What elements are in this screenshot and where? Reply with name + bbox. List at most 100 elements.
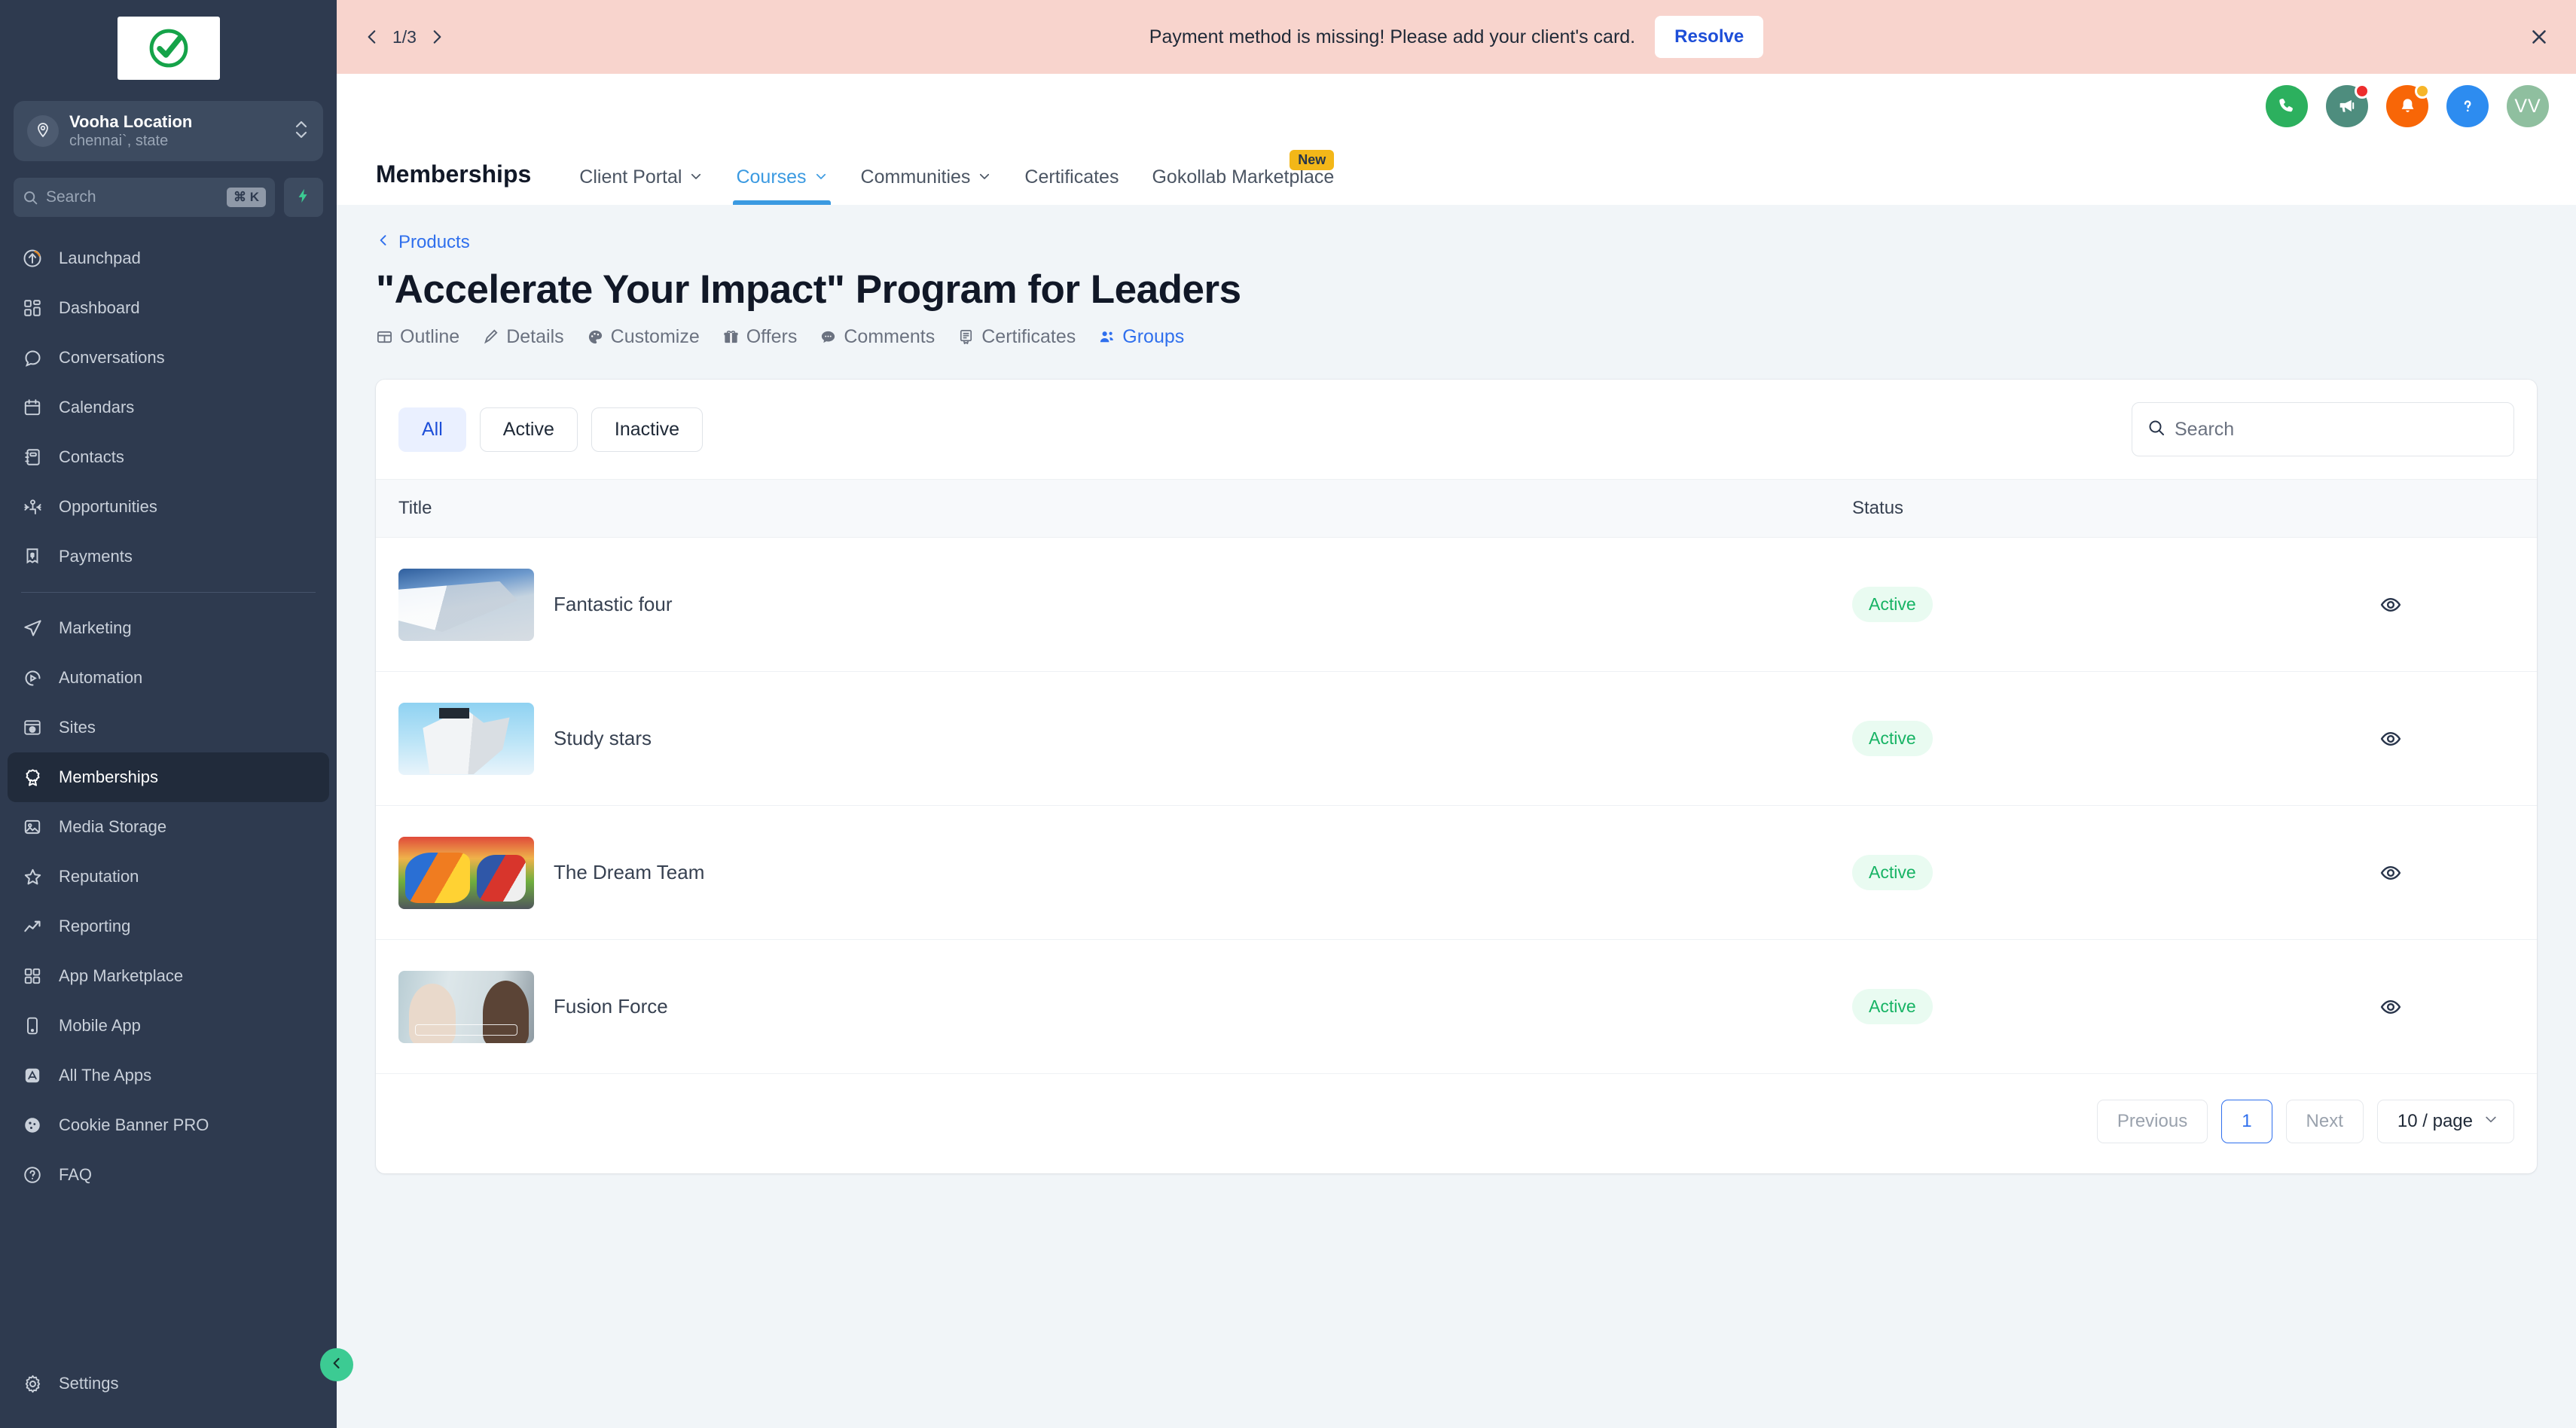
sidebar-item-marketing[interactable]: Marketing <box>8 603 329 653</box>
sidebar-item-opportunities[interactable]: Opportunities <box>8 482 329 532</box>
chevron-down-icon <box>2483 1111 2498 1132</box>
sidebar-item-conversations[interactable]: Conversations <box>8 333 329 383</box>
filter-active-button[interactable]: Active <box>480 407 578 452</box>
sidebar-item-dashboard[interactable]: Dashboard <box>8 283 329 333</box>
eye-preview-icon[interactable] <box>2266 728 2514 750</box>
sidebar-item-automation[interactable]: Automation <box>8 653 329 703</box>
subtab-comments[interactable]: Comments <box>819 326 935 348</box>
tab-certificates[interactable]: Certificates <box>1008 166 1135 205</box>
calendar-icon <box>21 396 44 419</box>
sidebar: Vooha Location chennai`, state Search ⌘ … <box>0 0 337 1428</box>
subtab-certificates[interactable]: Certificates <box>957 326 1076 348</box>
subtab-customize[interactable]: Customize <box>587 326 700 348</box>
sidebar-item-cookie-banner-pro[interactable]: Cookie Banner PRO <box>8 1100 329 1150</box>
sidebar-item-contacts[interactable]: Contacts <box>8 432 329 482</box>
paper-plane-icon <box>21 617 44 639</box>
tab-communities[interactable]: Communities <box>844 166 1009 205</box>
page-number-button[interactable]: 1 <box>2221 1100 2272 1143</box>
breadcrumb[interactable]: Products <box>376 232 2537 253</box>
breadcrumb-label: Products <box>398 232 470 253</box>
notification-dot <box>2415 84 2430 99</box>
table-row[interactable]: Study stars Active <box>376 672 2537 806</box>
eye-preview-icon[interactable] <box>2266 593 2514 616</box>
subtab-outline[interactable]: Outline <box>376 326 459 348</box>
sidebar-item-payments[interactable]: Payments <box>8 532 329 581</box>
table-search-input[interactable]: Search <box>2132 402 2514 456</box>
notification-dot <box>2355 84 2370 99</box>
subtab-label: Details <box>506 326 563 348</box>
status-badge: Active <box>1852 587 1933 622</box>
tab-label: Client Portal <box>579 166 682 188</box>
sidebar-item-label: Payments <box>59 547 133 566</box>
search-input[interactable]: Search ⌘ K <box>14 178 275 217</box>
alert-pager: 1/3 <box>362 27 447 47</box>
main-area: 1/3 Payment method is missing! Please ad… <box>337 0 2576 1428</box>
resolve-button[interactable]: Resolve <box>1655 16 1763 58</box>
sidebar-item-calendars[interactable]: Calendars <box>8 383 329 432</box>
alert-close-button[interactable] <box>2528 26 2550 48</box>
quick-action-button[interactable] <box>284 178 323 217</box>
sidebar-item-settings[interactable]: Settings <box>8 1359 329 1408</box>
page-size-select[interactable]: 10 / page <box>2377 1100 2514 1143</box>
previous-page-button[interactable]: Previous <box>2097 1100 2208 1143</box>
sidebar-collapse-button[interactable] <box>320 1348 353 1381</box>
grid-apps-icon <box>21 965 44 987</box>
chevron-up-down-icon[interactable] <box>293 117 310 146</box>
megaphone-announcement-icon[interactable] <box>2326 85 2368 127</box>
sidebar-item-app-marketplace[interactable]: App Marketplace <box>8 951 329 1001</box>
avatar[interactable]: VV <box>2507 85 2549 127</box>
help-question-icon[interactable] <box>2446 85 2489 127</box>
tab-label: Communities <box>861 166 971 188</box>
logo-container <box>0 0 337 80</box>
brand-logo[interactable] <box>118 17 220 80</box>
app-store-icon <box>21 1064 44 1087</box>
cookie-icon <box>21 1114 44 1137</box>
page-content: Products "Accelerate Your Impact" Progra… <box>337 205 2576 1428</box>
tab-gokollab-marketplace[interactable]: New Gokollab Marketplace <box>1135 166 1351 205</box>
column-header-title: Title <box>398 498 1852 519</box>
tab-courses[interactable]: Courses <box>719 166 844 205</box>
sidebar-item-launchpad[interactable]: Launchpad <box>8 233 329 283</box>
sidebar-item-label: Memberships <box>59 767 158 787</box>
table-row[interactable]: Fantastic four Active <box>376 538 2537 672</box>
location-switcher[interactable]: Vooha Location chennai`, state <box>14 101 323 161</box>
sidebar-item-label: Sites <box>59 718 96 737</box>
subtab-label: Certificates <box>981 326 1076 348</box>
location-name: Vooha Location <box>69 112 282 132</box>
sidebar-item-sites[interactable]: Sites <box>8 703 329 752</box>
alert-prev-button[interactable] <box>362 27 382 47</box>
alert-next-button[interactable] <box>427 27 447 47</box>
filter-inactive-button[interactable]: Inactive <box>591 407 703 452</box>
sidebar-item-mobile-app[interactable]: Mobile App <box>8 1001 329 1051</box>
tab-client-portal[interactable]: Client Portal <box>563 166 719 205</box>
notification-bell-icon[interactable] <box>2386 85 2428 127</box>
sidebar-item-label: Calendars <box>59 398 134 417</box>
sidebar-item-all-the-apps[interactable]: All The Apps <box>8 1051 329 1100</box>
page-size-label: 10 / page <box>2397 1111 2473 1132</box>
tab-label: Certificates <box>1024 166 1119 188</box>
eye-preview-icon[interactable] <box>2266 996 2514 1018</box>
sidebar-item-reputation[interactable]: Reputation <box>8 852 329 902</box>
phone-call-icon[interactable] <box>2266 85 2308 127</box>
table-row[interactable]: The Dream Team Active <box>376 806 2537 940</box>
subtab-details[interactable]: Details <box>482 326 563 348</box>
sidebar-item-faq[interactable]: FAQ <box>8 1150 329 1200</box>
sidebar-item-label: Mobile App <box>59 1016 141 1036</box>
star-icon <box>21 865 44 888</box>
status-badge: Active <box>1852 989 1933 1024</box>
product-subtabs: Outline Details Customize <box>376 326 2537 348</box>
eye-preview-icon[interactable] <box>2266 862 2514 884</box>
sidebar-divider <box>21 592 316 593</box>
sidebar-item-label: All The Apps <box>59 1066 151 1085</box>
filter-all-button[interactable]: All <box>398 407 466 452</box>
table-row[interactable]: Fusion Force Active <box>376 940 2537 1074</box>
sidebar-item-reporting[interactable]: Reporting <box>8 902 329 951</box>
subtab-offers[interactable]: Offers <box>722 326 798 348</box>
next-page-button[interactable]: Next <box>2286 1100 2364 1143</box>
subtab-groups[interactable]: Groups <box>1098 326 1184 348</box>
tab-label: Courses <box>736 166 806 188</box>
lightning-bolt-icon <box>295 186 312 209</box>
sidebar-item-memberships[interactable]: Memberships <box>8 752 329 802</box>
chevron-down-icon <box>814 166 828 188</box>
sidebar-item-media-storage[interactable]: Media Storage <box>8 802 329 852</box>
